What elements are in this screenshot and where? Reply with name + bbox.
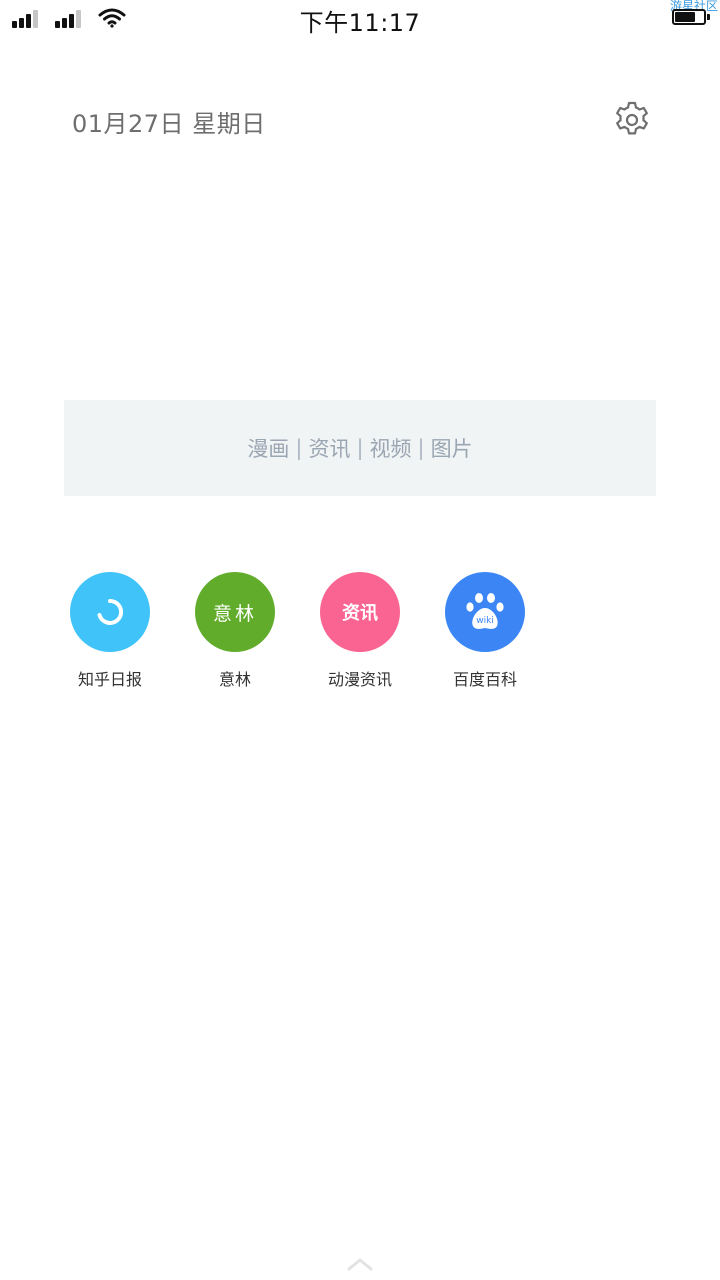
- gear-icon[interactable]: [612, 100, 652, 140]
- shortcut-grid: 知乎日报 意林 意林 资讯 动漫资讯 wiki 百度百科: [60, 572, 560, 690]
- category-banner: 漫画 | 资讯 | 视频 | 图片: [64, 400, 656, 496]
- baidu-paw-icon: wiki: [445, 572, 525, 652]
- yilin-icon: 意林: [195, 572, 275, 652]
- chevron-up-icon[interactable]: [346, 1256, 374, 1272]
- status-bar: 下午11:17 游星社区: [0, 0, 720, 40]
- shortcut-label: 百度百科: [452, 670, 517, 689]
- battery-icon: [672, 9, 710, 25]
- shortcut-label: 动漫资讯: [327, 670, 392, 689]
- shortcut-label: 知乎日报: [77, 670, 142, 689]
- banner-link-video[interactable]: 视频: [370, 433, 412, 463]
- shortcut-label: 意林: [218, 670, 251, 689]
- icon-text: 资讯: [342, 603, 378, 624]
- shortcut-anime-news[interactable]: 资讯 动漫资讯: [310, 572, 410, 690]
- icon-text: wiki: [476, 616, 494, 626]
- date-label: 01月27日 星期日: [72, 110, 266, 138]
- icon-text: 意林: [212, 602, 257, 625]
- shortcut-baidu-baike[interactable]: wiki 百度百科: [435, 572, 535, 690]
- shortcut-zhihu-daily[interactable]: 知乎日报: [60, 572, 160, 690]
- clock: 下午11:17: [299, 9, 421, 37]
- anime-news-icon: 资讯: [320, 572, 400, 652]
- banner-separator: |: [356, 436, 364, 460]
- banner-link-news[interactable]: 资讯: [308, 433, 350, 463]
- banner-link-comics[interactable]: 漫画: [247, 433, 289, 463]
- shortcut-yilin[interactable]: 意林 意林: [185, 572, 285, 690]
- banner-link-pictures[interactable]: 图片: [431, 433, 473, 463]
- banner-separator: |: [295, 436, 303, 460]
- zhihu-daily-icon: [70, 572, 150, 652]
- banner-separator: |: [417, 436, 425, 460]
